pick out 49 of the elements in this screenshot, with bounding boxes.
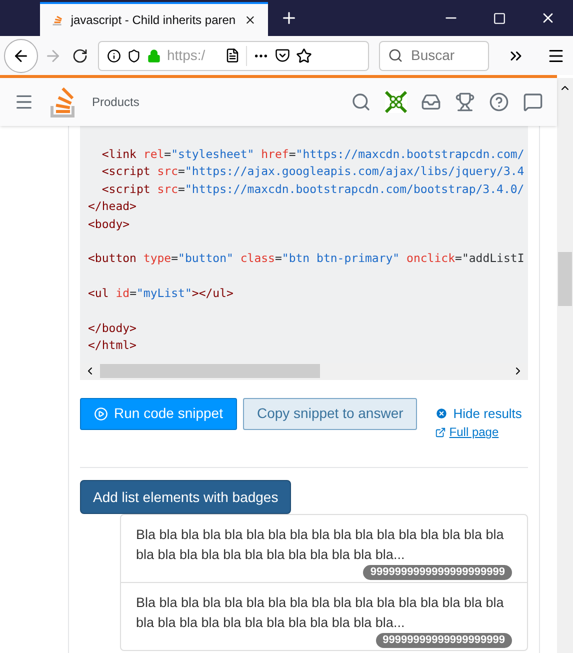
code-line: <script src="https://maxcdn.bootstrapcdn.com/bootstrap/3.4.0/ [100, 180, 526, 198]
hide-results-link[interactable]: Hide results [435, 404, 522, 424]
avatar-pattern-icon[interactable] [385, 91, 407, 113]
products-link[interactable]: Products [92, 93, 140, 111]
back-button[interactable] [4, 38, 38, 72]
add-list-button[interactable]: Add list elements with badges [80, 480, 292, 514]
play-icon [94, 406, 108, 421]
close-circle-icon [435, 406, 448, 420]
browser-tab[interactable]: javascript - Child inherits paren [40, 2, 268, 36]
code-line: </body> [88, 320, 138, 337]
reload-icon[interactable] [72, 48, 88, 64]
code-line: <link rel="stylesheet" href="https://maxcdn.bootstrapcdn.com/ [100, 146, 526, 163]
pocket-icon[interactable] [275, 48, 290, 63]
horizontal-scrollbar[interactable] [80, 362, 528, 380]
code-line: <button type="button" class="btn btn-primary" onclick="addListI [88, 250, 526, 268]
tab-title: javascript - Child inherits paren [70, 12, 236, 29]
external-link-icon [435, 426, 446, 438]
scrollbar-thumb[interactable] [558, 252, 572, 306]
vertical-scrollbar[interactable] [557, 78, 573, 653]
inbox-icon[interactable] [421, 92, 441, 112]
code-line: </head> [88, 198, 138, 216]
bookmark-star-icon[interactable] [296, 48, 312, 64]
trophy-icon[interactable] [455, 92, 475, 112]
count-badge: 9999999999999999999999 [363, 565, 512, 580]
info-icon[interactable] [107, 48, 121, 62]
scrollbar-thumb[interactable] [100, 364, 320, 378]
search-field[interactable]: Buscar [379, 40, 489, 70]
search-placeholder: Buscar [411, 46, 455, 65]
copy-snippet-button[interactable]: Copy snippet to answer [242, 398, 418, 430]
lock-icon [147, 48, 161, 62]
chat-icon[interactable] [523, 92, 543, 112]
run-snippet-button[interactable]: Run code snippet [80, 398, 237, 430]
url-bar[interactable]: https:/ [98, 40, 369, 70]
list-item-text: Bla bla bla bla bla bla bla bla bla bla bla bla bla bla bla bla bla bla bla bla bla bla bla bla bla bla bla bla bla... [136, 594, 505, 632]
count-badge: 99999999999999999999 [376, 633, 512, 648]
search-icon [388, 48, 403, 63]
list-item-text: Bla bla bla bla bla bla bla bla bla bla bla bla bla bla bla bla bla bla bla bla bla bla bla bla bla bla bla bla bla... [136, 526, 505, 564]
code-line: <script src="https://ajax.googleapis.com/ajax/libs/jquery/3.4 [100, 163, 526, 180]
maximize-icon[interactable] [493, 12, 506, 24]
code-line: <body> [88, 216, 131, 233]
full-page-link[interactable]: Full page [435, 423, 499, 442]
new-tab-icon[interactable] [280, 9, 298, 27]
help-icon[interactable] [489, 92, 509, 112]
search-icon[interactable] [351, 92, 371, 112]
code-line: </html> [88, 337, 138, 354]
shield-icon[interactable] [127, 48, 141, 62]
url-text: https:/ [167, 46, 206, 65]
reader-view-icon[interactable] [225, 48, 240, 63]
code-line: <ul id="myList"></ul> [88, 285, 234, 302]
